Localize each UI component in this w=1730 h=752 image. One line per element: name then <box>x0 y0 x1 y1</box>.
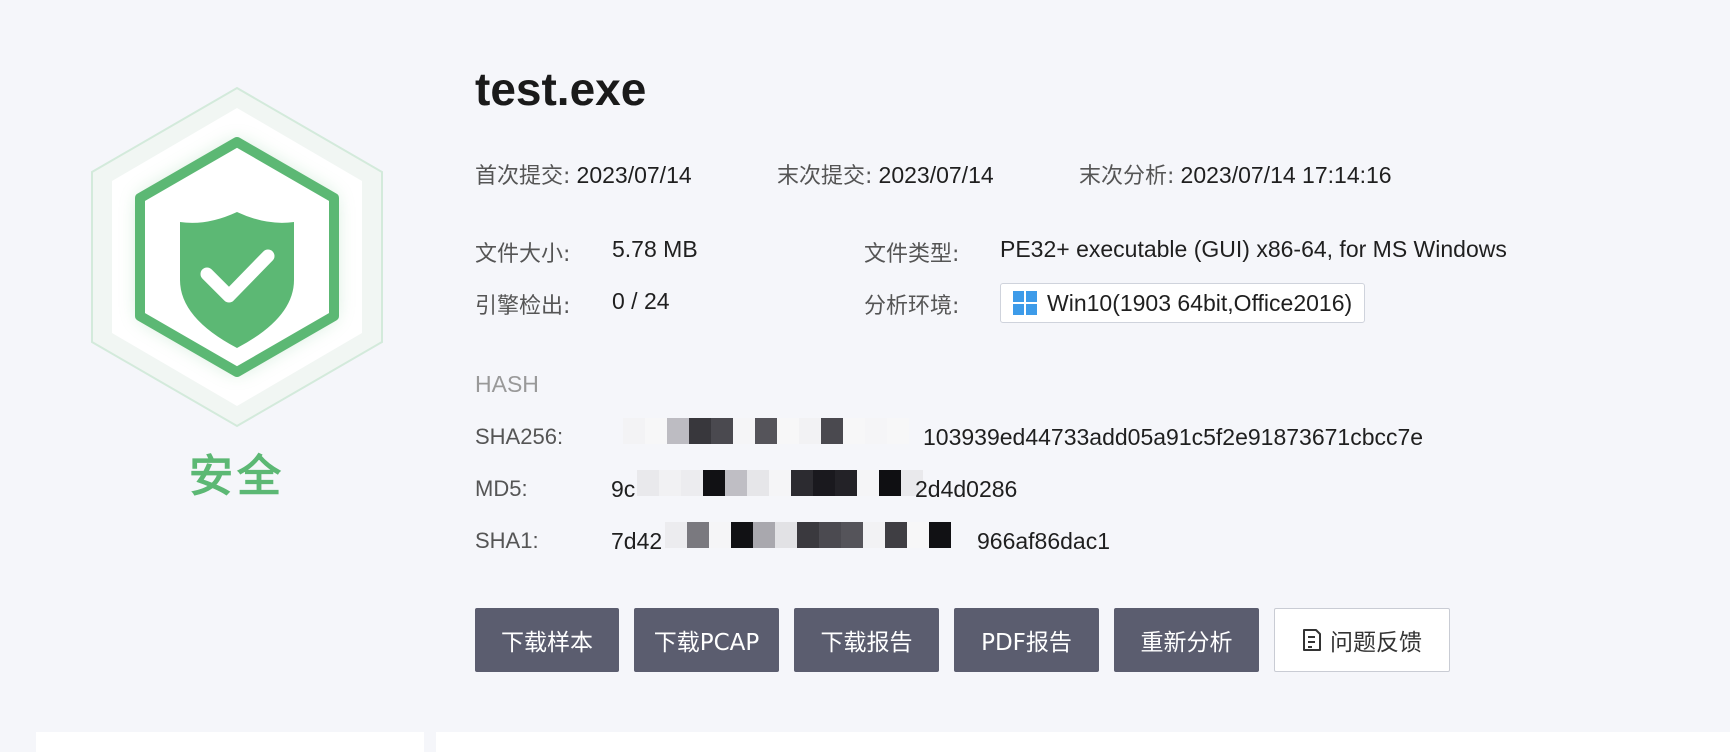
sha1-prefix[interactable]: 7d42 <box>611 528 662 555</box>
file-size-label: 文件大小: <box>475 242 571 267</box>
download-pcap-button[interactable]: 下载PCAP <box>634 608 779 672</box>
download-sample-button[interactable]: 下载样本 <box>475 608 619 672</box>
sha1-row: SHA1: 7d42 966af86dac1 <box>475 522 1475 558</box>
md5-prefix[interactable]: 9c <box>611 476 635 503</box>
sha256-value[interactable]: 103939ed44733add05a91c5f2e91873671cbcc7e <box>923 424 1423 451</box>
right-panel <box>436 732 1730 752</box>
last-submit: 末次提交: 2023/07/14 <box>777 158 994 190</box>
analysis-env-label: 分析环境: <box>864 294 960 319</box>
last-analysis-value: 2023/07/14 17:14:16 <box>1180 162 1392 188</box>
verdict-emblem: 安全 <box>72 80 402 502</box>
redacted-mosaic <box>623 418 909 444</box>
feedback-button[interactable]: 问题反馈 <box>1274 608 1450 672</box>
first-submit-value: 2023/07/14 <box>576 162 692 188</box>
first-submit: 首次提交: 2023/07/14 <box>475 158 692 190</box>
analysis-env-value: Win10(1903 64bit,Office2016) <box>1047 289 1353 316</box>
md5-label: MD5: <box>475 476 528 501</box>
left-panel <box>36 732 424 752</box>
action-bar: 下载样本 下载PCAP 下载报告 PDF报告 重新分析 问题反馈 <box>475 608 1450 672</box>
pdf-report-button[interactable]: PDF报告 <box>954 608 1099 672</box>
analysis-env-chip: Win10(1903 64bit,Office2016) <box>1000 283 1366 323</box>
document-edit-icon <box>1303 629 1321 651</box>
feedback-label: 问题反馈 <box>1330 630 1422 656</box>
sha256-row: SHA256: 103939ed44733add05a91c5f2e918736… <box>475 418 1475 454</box>
last-analysis: 末次分析: 2023/07/14 17:14:16 <box>1079 158 1392 190</box>
reanalyze-button[interactable]: 重新分析 <box>1114 608 1259 672</box>
engine-detect-label: 引擎检出: <box>475 294 571 319</box>
verdict-label: 安全 <box>189 451 285 502</box>
file-size-value: 5.78 MB <box>612 236 698 262</box>
file-type-label: 文件类型: <box>864 242 960 267</box>
file-name-title: test.exe <box>475 63 647 115</box>
file-type-value: PE32+ executable (GUI) x86-64, for MS Wi… <box>1000 236 1507 262</box>
hash-section-title: HASH <box>475 371 539 397</box>
download-report-button[interactable]: 下载报告 <box>794 608 939 672</box>
first-submit-label: 首次提交: <box>475 164 571 189</box>
sha1-suffix[interactable]: 966af86dac1 <box>977 528 1110 555</box>
md5-row: MD5: 9c 2d4d0286 <box>475 470 1475 506</box>
redacted-mosaic <box>637 470 923 496</box>
windows-icon <box>1013 291 1037 315</box>
meta-row-size-type: 文件大小: 5.78 MB 文件类型: PE32+ executable (GU… <box>475 236 1675 267</box>
redacted-mosaic <box>665 522 951 548</box>
last-submit-label: 末次提交: <box>777 164 873 189</box>
report-page: 安全 test.exe 首次提交: 2023/07/14 末次提交: 2023/… <box>0 0 1730 752</box>
hexagon-badge <box>91 86 383 428</box>
engine-detect-value: 0 / 24 <box>612 288 670 314</box>
sha1-label: SHA1: <box>475 528 539 553</box>
sha256-label: SHA256: <box>475 424 564 449</box>
meta-row-engine-env: 引擎检出: 0 / 24 分析环境: <box>475 288 995 319</box>
md5-suffix[interactable]: 2d4d0286 <box>915 476 1017 503</box>
last-analysis-label: 末次分析: <box>1079 164 1175 189</box>
last-submit-value: 2023/07/14 <box>878 162 994 188</box>
